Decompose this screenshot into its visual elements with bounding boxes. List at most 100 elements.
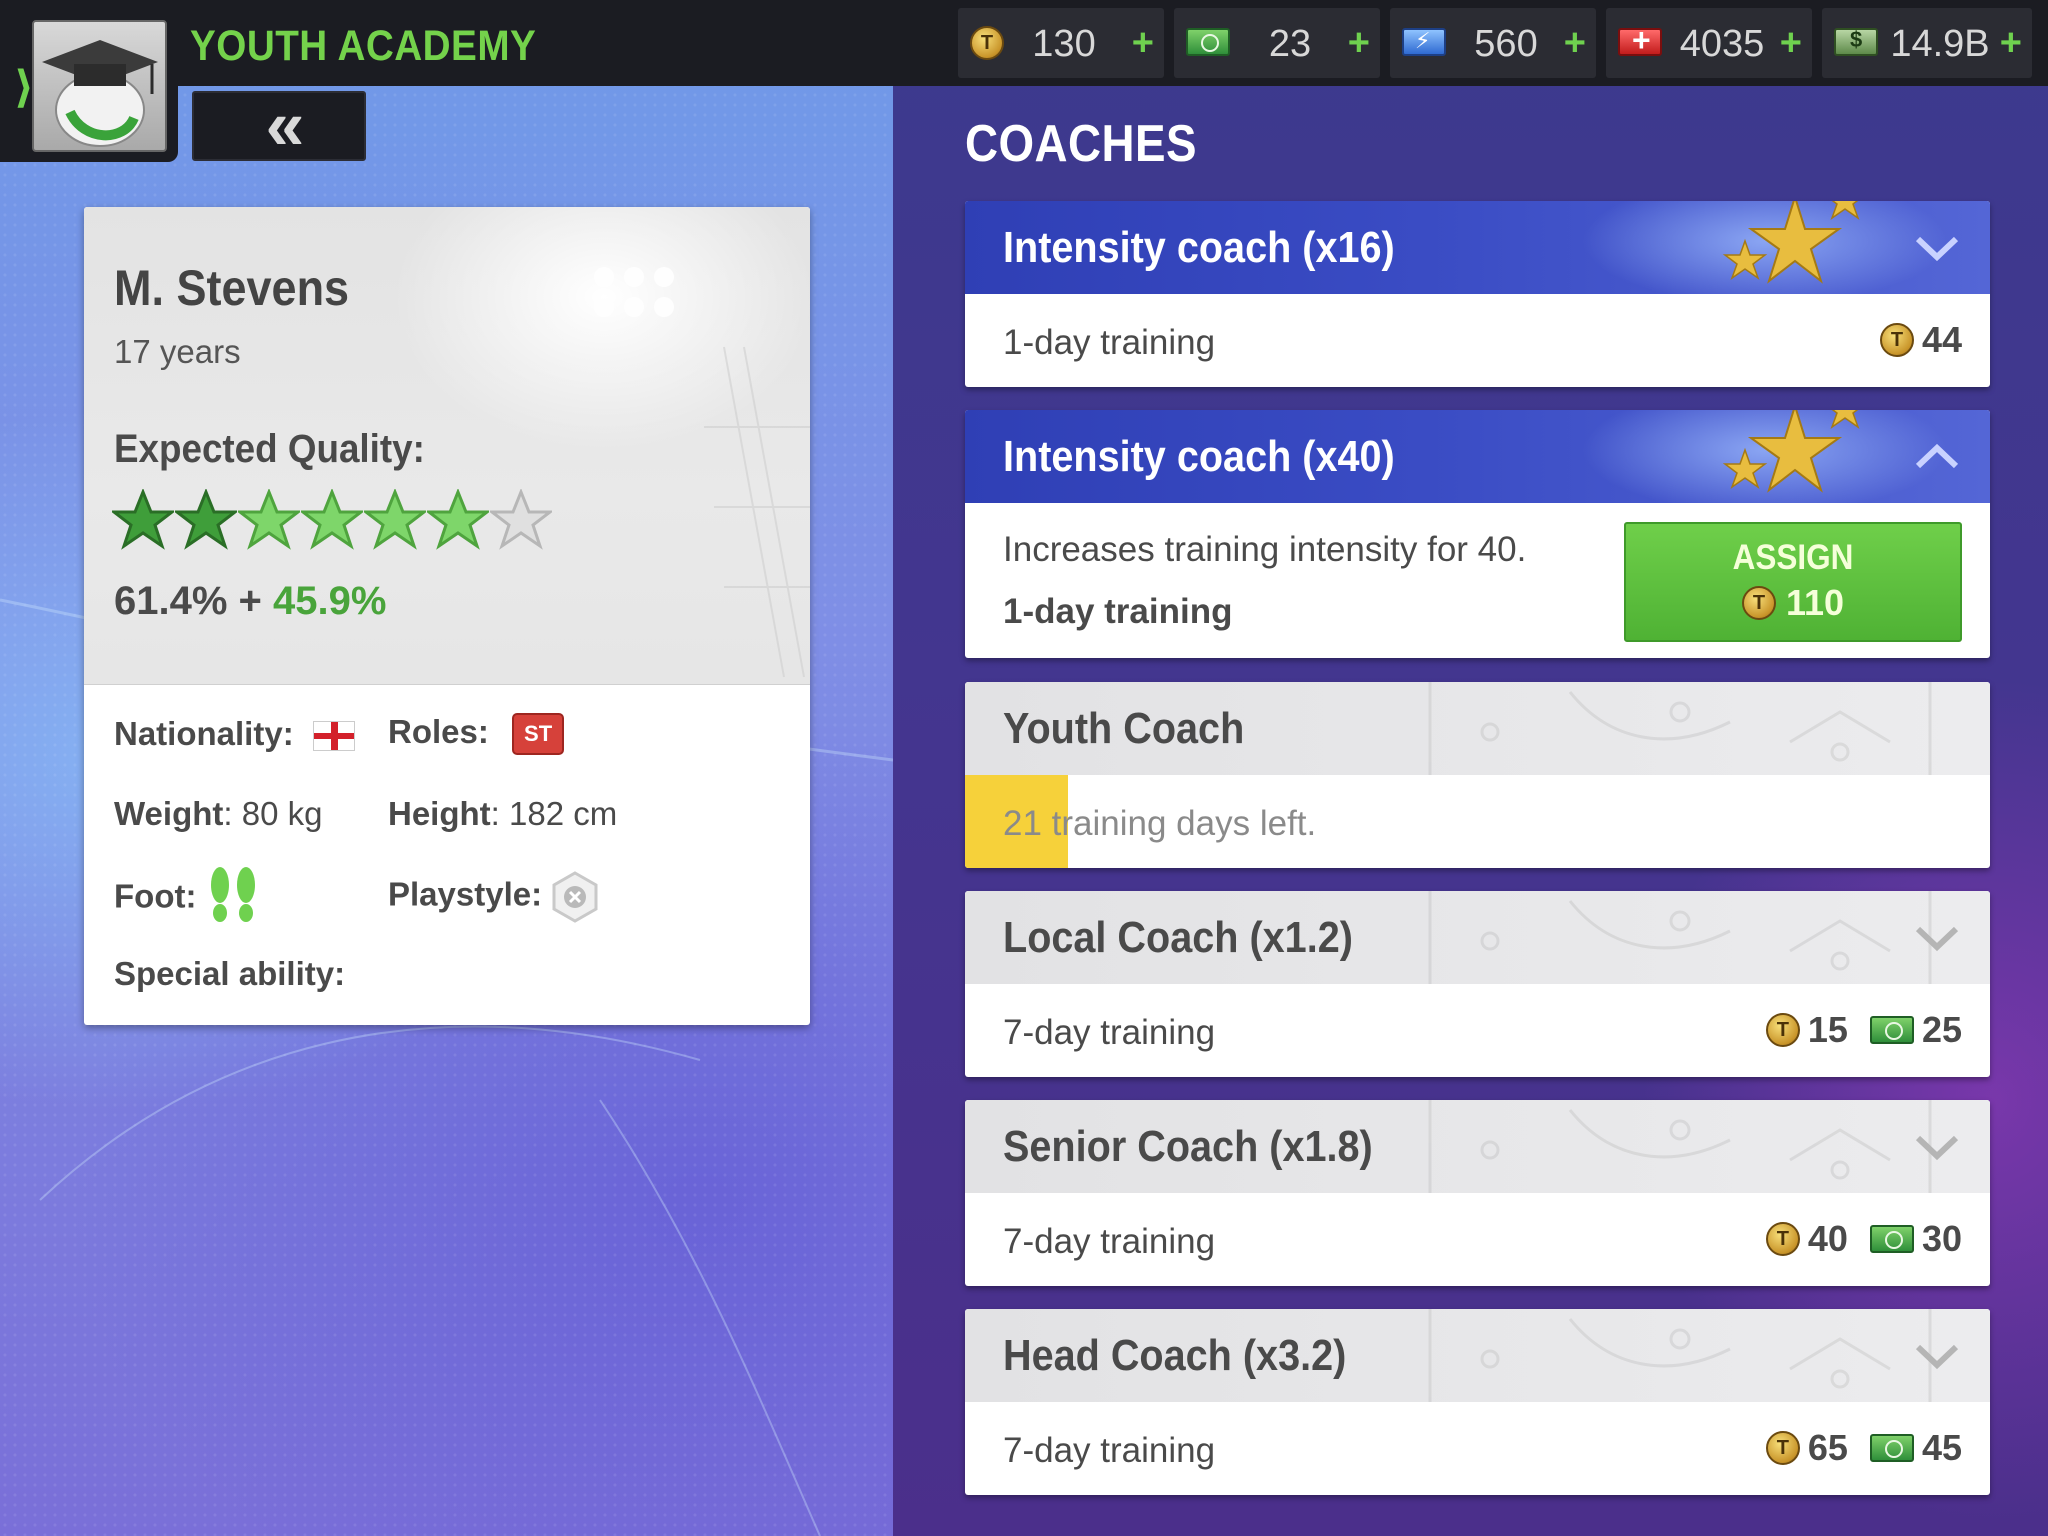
foot-label: Foot:: [114, 877, 197, 915]
cash-icon: [1869, 1225, 1914, 1253]
roles-row: Roles: ST: [388, 713, 565, 756]
gold-stars-icon: [1722, 410, 1860, 493]
coin-icon: [1765, 1222, 1800, 1256]
quality-plus: +: [227, 579, 274, 623]
height-label: Height: [388, 795, 491, 832]
quality-bonus: 45.9%: [273, 579, 387, 623]
coach-price: 15 25: [1765, 1009, 1962, 1051]
weight-row: Weight: 80 kg: [114, 795, 322, 833]
tactics-board-decoration: [1428, 1100, 1932, 1193]
coin-icon: [970, 26, 1004, 60]
player-card: M. Stevens 17 years Expected Quality: 61…: [84, 207, 810, 1025]
cash-icon: [1869, 1434, 1914, 1462]
expected-quality-value: 61.4% + 45.9%: [114, 579, 386, 624]
coach-card-intensity-16[interactable]: Intensity coach (x16) 1-day training 44: [965, 201, 1990, 387]
price-cash: 45: [1921, 1427, 1962, 1468]
coach-header[interactable]: Intensity coach (x16): [965, 201, 1990, 294]
coach-duration: 1-day training: [1003, 323, 1216, 362]
england-flag-icon: [312, 721, 355, 752]
back-chevron-icon: «: [265, 86, 305, 164]
assign-label: ASSIGN: [1732, 538, 1854, 577]
coach-header[interactable]: Intensity coach (x40): [965, 410, 1990, 503]
special-ability-row: Special ability:: [114, 955, 345, 993]
star-light-icon: [424, 487, 492, 551]
currency-tokens[interactable]: 130 +: [958, 8, 1164, 78]
graduation-ball-icon: [42, 40, 158, 147]
coach-price: 40 30: [1765, 1218, 1962, 1260]
playstyle-label: Playstyle:: [388, 875, 543, 913]
coach-card-youth[interactable]: Youth Coach 21 training days left.: [965, 682, 1990, 868]
coach-header[interactable]: Senior Coach (x1.8): [965, 1100, 1990, 1193]
coach-price: 65 45: [1765, 1427, 1962, 1469]
tokens-value: 130: [1032, 23, 1096, 65]
star-light-icon: [235, 487, 303, 551]
coach-price: 44: [1879, 319, 1962, 361]
back-button[interactable]: «: [192, 90, 366, 161]
price-tokens: 44: [1921, 319, 1962, 360]
coach-title: Senior Coach (x1.8): [1003, 1122, 1373, 1171]
add-money-button[interactable]: +: [2000, 8, 2022, 78]
cash-icon: [1869, 1016, 1914, 1044]
energy-value: 560: [1474, 23, 1538, 65]
add-cash-button[interactable]: +: [1348, 8, 1370, 78]
star-full-icon: [109, 487, 177, 551]
player-age: 17 years: [114, 333, 241, 370]
gold-stars-icon: [1722, 201, 1860, 284]
coach-card-head[interactable]: Head Coach (x3.2) 7-day training 65 45: [965, 1309, 1990, 1495]
money-icon: [1834, 27, 1878, 61]
chevron-up-icon[interactable]: [1910, 430, 1964, 484]
coach-title: Local Coach (x1.2): [1003, 913, 1353, 962]
logo-tile[interactable]: ⟩: [0, 0, 178, 162]
coach-title: Head Coach (x3.2): [1003, 1331, 1347, 1380]
chevron-down-icon[interactable]: [1910, 221, 1964, 275]
player-name: M. Stevens: [114, 260, 350, 316]
chevron-down-icon[interactable]: [1910, 1329, 1964, 1383]
coach-duration: 7-day training: [1003, 1431, 1216, 1470]
coin-icon: [1765, 1431, 1800, 1465]
assign-button[interactable]: ASSIGN 110: [1624, 522, 1962, 642]
currency-medkits[interactable]: 4035 +: [1606, 8, 1812, 78]
energy-icon: [1402, 28, 1446, 61]
currency-energy[interactable]: 560 +: [1390, 8, 1596, 78]
playstyle-unknown-icon[interactable]: [551, 871, 599, 923]
tactics-board-decoration: [1428, 891, 1932, 984]
expected-quality-label: Expected Quality:: [114, 427, 425, 471]
coach-header[interactable]: Local Coach (x1.2): [965, 891, 1990, 984]
coach-duration: 7-day training: [1003, 1222, 1216, 1261]
add-medkits-button[interactable]: +: [1780, 8, 1802, 78]
page-title: YOUTH ACADEMY: [190, 22, 537, 70]
coach-card-senior[interactable]: Senior Coach (x1.8) 7-day training 40 30: [965, 1100, 1990, 1286]
weight-value: : 80 kg: [223, 795, 323, 832]
coach-description: Increases training intensity for 40.: [1003, 530, 1527, 569]
height-row: Height: 182 cm: [388, 795, 617, 833]
currency-money[interactable]: 14.9B +: [1822, 8, 2032, 78]
coaches-heading: COACHES: [965, 115, 1197, 173]
add-tokens-button[interactable]: +: [1132, 8, 1154, 78]
nationality-row: Nationality:: [114, 715, 355, 753]
coach-header: Youth Coach: [965, 682, 1990, 775]
role-badge: ST: [512, 713, 565, 756]
star-light-icon: [361, 487, 429, 551]
height-value: : 182 cm: [490, 795, 618, 832]
coach-title: Intensity coach (x40): [1003, 432, 1395, 481]
currency-cash[interactable]: 23 +: [1174, 8, 1380, 78]
chevron-down-icon[interactable]: [1910, 911, 1964, 965]
add-energy-button[interactable]: +: [1564, 8, 1586, 78]
coin-icon: [1741, 586, 1776, 620]
coach-status: 21 training days left.: [1003, 804, 1317, 843]
medkits-value: 4035: [1679, 23, 1765, 65]
coach-card-local[interactable]: Local Coach (x1.2) 7-day training 15 25: [965, 891, 1990, 1077]
foot-row: Foot:: [114, 865, 260, 933]
coach-title: Youth Coach: [1003, 704, 1245, 753]
tactics-board-decoration: [1428, 682, 1932, 775]
coach-card-intensity-40[interactable]: Intensity coach (x40) Increases training…: [965, 410, 1990, 658]
youth-academy-logo: [32, 20, 167, 152]
chevron-down-icon[interactable]: [1910, 1120, 1964, 1174]
cash-icon: [1186, 28, 1230, 56]
money-value: 14.9B: [1890, 23, 1990, 65]
star-empty-icon: [487, 487, 555, 551]
coach-header[interactable]: Head Coach (x3.2): [965, 1309, 1990, 1402]
weight-label: Weight: [114, 795, 224, 832]
coin-icon: [1765, 1013, 1800, 1047]
star-full-icon: [172, 487, 240, 551]
